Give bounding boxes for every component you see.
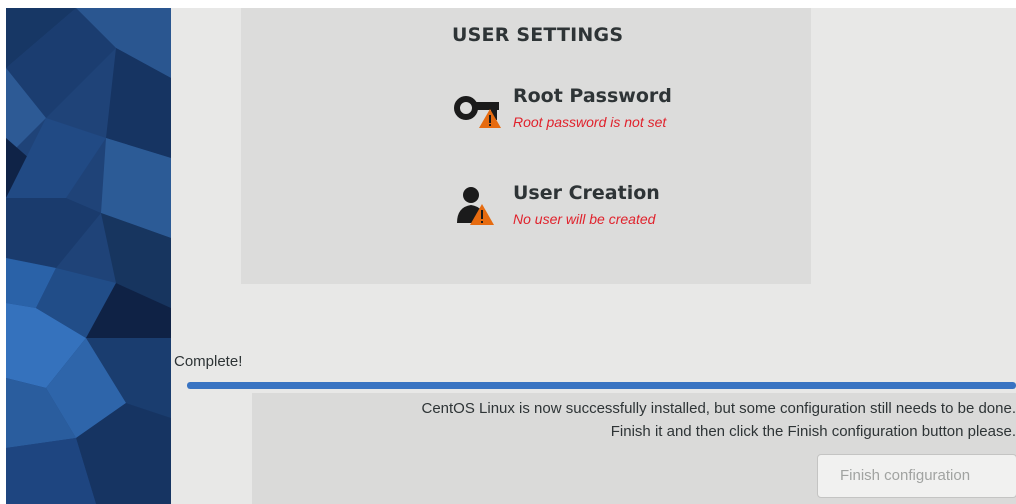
spoke-title: User Creation — [513, 182, 660, 204]
user-creation-spoke[interactable]: User Creation No user will be created — [453, 182, 753, 245]
progress-bar — [187, 382, 1016, 389]
info-bar: CentOS Linux is now successfully install… — [252, 393, 1016, 504]
user-settings-panel: USER SETTINGS Root Password Root passwor… — [241, 8, 811, 284]
spoke-title: Root Password — [513, 85, 672, 107]
top-strip — [0, 0, 1016, 8]
spoke-status: Root password is not set — [513, 114, 667, 130]
sidebar-background — [6, 8, 171, 504]
progress-fill — [187, 382, 1016, 389]
section-title: USER SETTINGS — [452, 24, 624, 46]
finish-configuration-button[interactable]: Finish configuration — [817, 454, 1016, 498]
spoke-status: No user will be created — [513, 211, 656, 227]
message-line-2: Finish it and then click the Finish conf… — [610, 423, 1016, 440]
completion-message: CentOS Linux is now successfully install… — [276, 397, 1016, 443]
hub-content: USER SETTINGS Root Password Root passwor… — [171, 8, 1016, 504]
sidebar-pattern — [6, 8, 171, 504]
progress-label: Complete! — [174, 353, 243, 370]
message-line-1: CentOS Linux is now successfully install… — [421, 400, 1016, 417]
root-password-spoke[interactable]: Root Password Root password is not set — [453, 85, 753, 148]
user-warning-icon — [453, 185, 509, 233]
key-warning-icon — [453, 88, 509, 136]
